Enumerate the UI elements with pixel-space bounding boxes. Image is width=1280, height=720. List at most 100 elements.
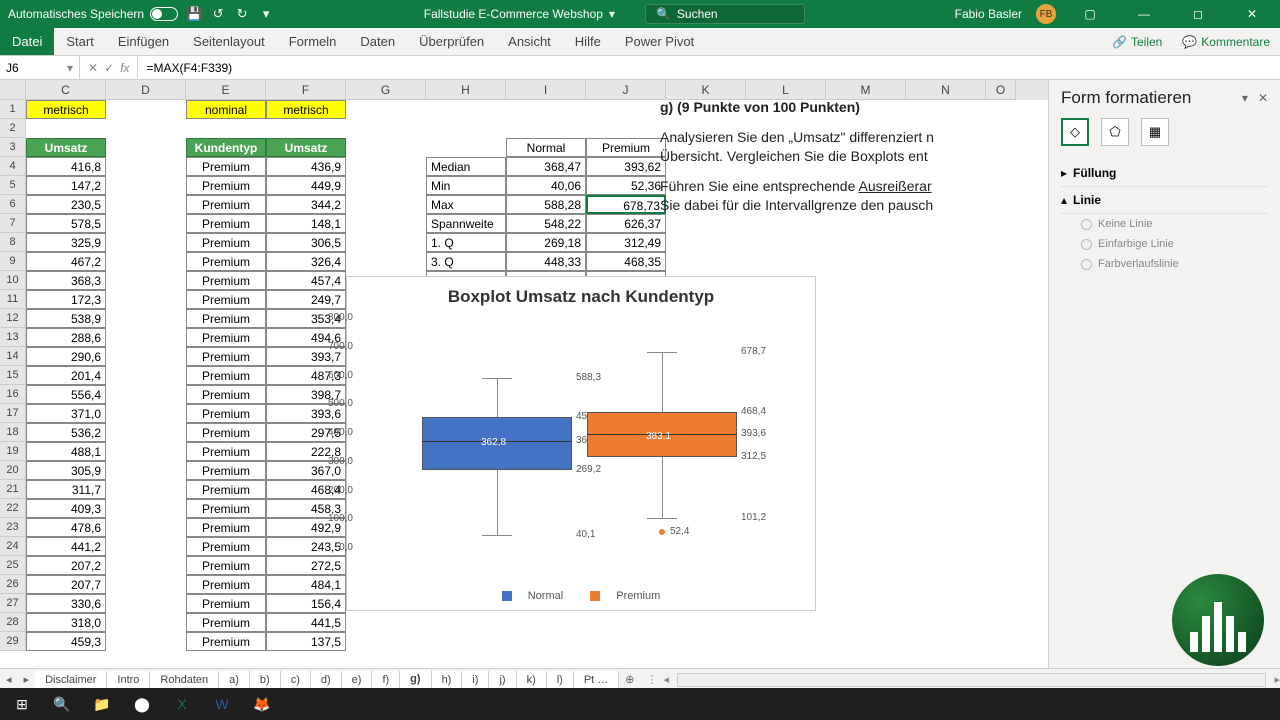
cell[interactable]: 448,33 [506, 252, 586, 271]
row-header[interactable]: 22 [0, 499, 26, 518]
cell[interactable]: 368,47 [506, 157, 586, 176]
cell[interactable]: Premium [186, 423, 266, 442]
row-header[interactable]: 15 [0, 366, 26, 385]
boxplot-chart[interactable]: Boxplot Umsatz nach Kundentyp 0,0100,020… [346, 276, 816, 611]
fill-section[interactable]: ▸Füllung [1061, 160, 1268, 187]
cell[interactable]: Median [426, 157, 506, 176]
cell[interactable]: 538,9 [26, 309, 106, 328]
maximize-icon[interactable]: ◻ [1178, 0, 1218, 28]
sheet-tab[interactable]: f) [372, 671, 400, 689]
tab-einfügen[interactable]: Einfügen [106, 28, 181, 55]
cell[interactable]: 311,7 [26, 480, 106, 499]
search-input[interactable]: 🔍 Suchen [645, 4, 805, 24]
sheet-tab[interactable]: d) [311, 671, 342, 689]
cell[interactable]: 290,6 [26, 347, 106, 366]
cell[interactable]: 1. Q [426, 233, 506, 252]
row-header[interactable]: 8 [0, 233, 26, 252]
row-header[interactable]: 20 [0, 461, 26, 480]
explorer-icon[interactable]: 📁 [84, 690, 120, 718]
cell[interactable]: 249,7 [266, 290, 346, 309]
cell[interactable]: 305,9 [26, 461, 106, 480]
cell[interactable]: Premium [186, 518, 266, 537]
row-header[interactable]: 5 [0, 176, 26, 195]
row-header[interactable]: 14 [0, 347, 26, 366]
accept-formula-icon[interactable]: ✓ [104, 61, 114, 75]
cell[interactable]: Premium [186, 252, 266, 271]
tab-überprüfen[interactable]: Überprüfen [407, 28, 496, 55]
cell[interactable]: Premium [186, 271, 266, 290]
cell[interactable]: 330,6 [26, 594, 106, 613]
row-header[interactable]: 25 [0, 556, 26, 575]
cell[interactable]: 137,5 [266, 632, 346, 651]
cell[interactable]: Normal [506, 138, 586, 157]
sheet-tab[interactable]: l) [547, 671, 574, 689]
sheet-tab[interactable]: c) [281, 671, 311, 689]
row-header[interactable]: 28 [0, 613, 26, 632]
cancel-formula-icon[interactable]: ✕ [88, 61, 98, 75]
obs-icon[interactable]: ⬤ [124, 690, 160, 718]
cell[interactable]: Premium [186, 480, 266, 499]
cell[interactable]: 626,37 [586, 214, 666, 233]
col-header[interactable]: C [26, 80, 106, 100]
line-gradient-option[interactable]: Farbverlaufslinie [1061, 254, 1268, 274]
avatar[interactable]: FB [1036, 4, 1056, 24]
cell[interactable]: metrisch [266, 100, 346, 119]
cell[interactable]: 459,3 [26, 632, 106, 651]
cell[interactable]: 416,8 [26, 157, 106, 176]
ribbon-mode-icon[interactable]: ▢ [1070, 0, 1110, 28]
word-icon[interactable]: W [204, 690, 240, 718]
cell[interactable]: Premium [186, 195, 266, 214]
col-header[interactable]: H [426, 80, 506, 100]
share-button[interactable]: 🔗Teilen [1102, 29, 1172, 55]
cell[interactable]: 306,5 [266, 233, 346, 252]
tab-power pivot[interactable]: Power Pivot [613, 28, 706, 55]
cell[interactable]: 467,2 [26, 252, 106, 271]
cell[interactable]: 409,3 [26, 499, 106, 518]
panel-dropdown-icon[interactable]: ▾ [1242, 91, 1248, 105]
cell[interactable]: 468,35 [586, 252, 666, 271]
size-tab-icon[interactable]: ▦ [1141, 118, 1169, 146]
col-header[interactable]: L [746, 80, 826, 100]
sheet-tab[interactable]: a) [219, 671, 250, 689]
tab-seitenlayout[interactable]: Seitenlayout [181, 28, 277, 55]
qat-more-icon[interactable]: ▾ [258, 6, 274, 22]
close-icon[interactable]: ✕ [1232, 0, 1272, 28]
undo-icon[interactable]: ↺ [210, 6, 226, 22]
tab-ansicht[interactable]: Ansicht [496, 28, 563, 55]
tab-file[interactable]: Datei [0, 28, 54, 55]
cell[interactable]: Premium [186, 233, 266, 252]
row-header[interactable]: 18 [0, 423, 26, 442]
start-icon[interactable]: ⊞ [4, 690, 40, 718]
name-box[interactable]: J6▾ [0, 56, 80, 79]
tab-start[interactable]: Start [54, 28, 105, 55]
cell[interactable]: Premium [186, 499, 266, 518]
row-header[interactable]: 16 [0, 385, 26, 404]
cell[interactable]: Kundentyp [186, 138, 266, 157]
sheet-tab[interactable]: b) [250, 671, 281, 689]
cell[interactable]: 288,6 [26, 328, 106, 347]
row-header[interactable]: 10 [0, 271, 26, 290]
user-name[interactable]: Fabio Basler [955, 7, 1022, 21]
sheet-tab[interactable]: i) [462, 671, 489, 689]
sheet-tab[interactable]: Disclaimer [35, 671, 107, 689]
cell[interactable]: 40,06 [506, 176, 586, 195]
cell[interactable]: Premium [186, 328, 266, 347]
row-header[interactable]: 26 [0, 575, 26, 594]
line-section[interactable]: ▴Linie [1061, 187, 1268, 214]
row-header[interactable]: 4 [0, 157, 26, 176]
cell[interactable]: Premium [186, 366, 266, 385]
cell[interactable]: 548,22 [506, 214, 586, 233]
cell[interactable]: Premium [186, 613, 266, 632]
sheet-add-icon[interactable]: ⊕ [619, 673, 640, 686]
cell[interactable]: Spannweite [426, 214, 506, 233]
cell[interactable]: Umsatz [26, 138, 106, 157]
row-header[interactable]: 21 [0, 480, 26, 499]
cell[interactable]: Umsatz [266, 138, 346, 157]
cell[interactable]: 230,5 [26, 195, 106, 214]
cell[interactable]: 312,49 [586, 233, 666, 252]
cell[interactable]: 201,4 [26, 366, 106, 385]
col-header[interactable]: M [826, 80, 906, 100]
cell[interactable]: Premium [186, 214, 266, 233]
fx-icon[interactable]: fx [120, 61, 129, 75]
cell[interactable]: Premium [186, 442, 266, 461]
